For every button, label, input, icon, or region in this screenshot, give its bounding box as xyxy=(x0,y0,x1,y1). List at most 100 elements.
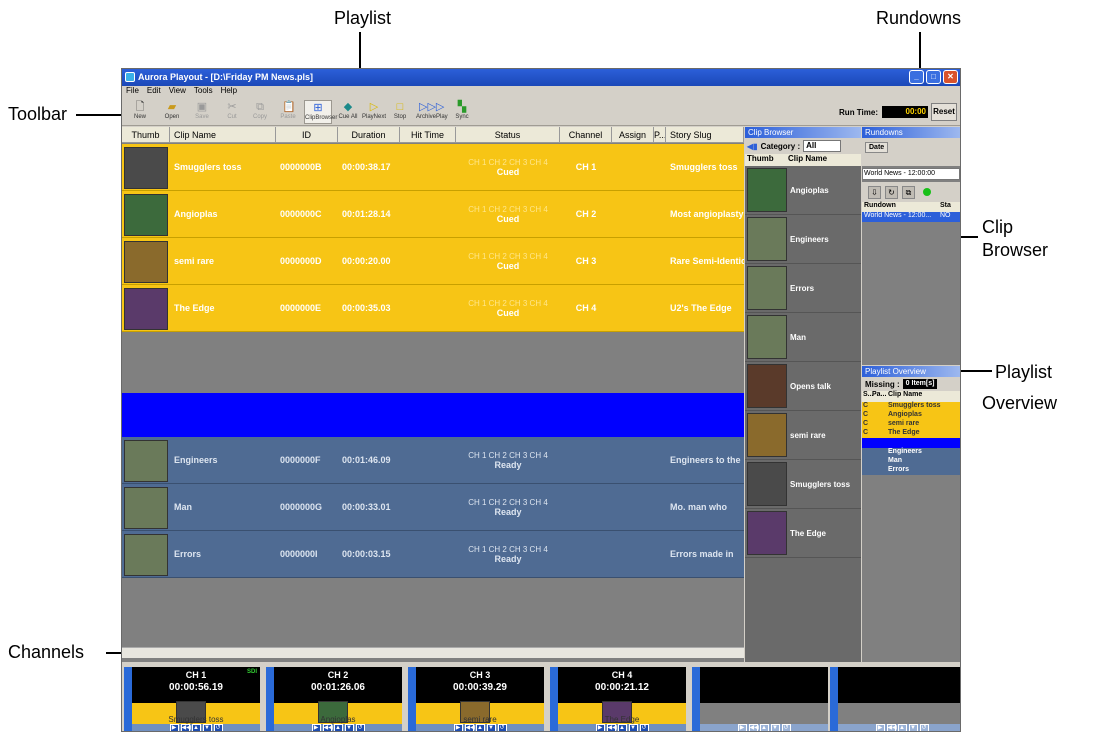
open-button[interactable]: ▰ Open xyxy=(160,100,184,124)
archive-play-button[interactable]: ▷▷▷ ArchivePlay xyxy=(416,100,448,124)
play-icon[interactable]: ▶ xyxy=(595,724,605,731)
copy-button[interactable]: ⧉ Copy xyxy=(248,100,272,124)
col-status[interactable]: Status xyxy=(456,127,560,142)
loop-icon[interactable]: ↺ xyxy=(639,724,649,731)
col-duration[interactable]: Duration xyxy=(338,127,400,142)
cb-col-clip-name[interactable]: Clip Name xyxy=(788,154,827,166)
paste-button[interactable]: 📋 Paste xyxy=(276,100,300,124)
play-icon[interactable]: ▶ xyxy=(453,724,463,731)
maximize-icon[interactable]: □ xyxy=(926,70,941,84)
rewind-icon[interactable]: ◀◀ xyxy=(464,724,475,731)
overview-row[interactable]: C The Edge xyxy=(862,429,960,438)
loop-icon[interactable]: ↺ xyxy=(355,724,365,731)
col-thumb[interactable]: Thumb xyxy=(122,127,170,142)
clip-browser-item[interactable]: Errors xyxy=(745,264,861,313)
up-icon[interactable]: ▲ xyxy=(475,724,485,731)
play-icon[interactable]: ▶ xyxy=(875,724,885,731)
play-icon[interactable]: ▶ xyxy=(311,724,321,731)
overview-row[interactable]: Csemi rare xyxy=(862,420,960,429)
clip-browser-item[interactable]: Angioplas xyxy=(745,166,861,215)
rewind-icon[interactable]: ◀◀ xyxy=(886,724,897,731)
col-id[interactable]: ID xyxy=(276,127,338,142)
clip-browser-button[interactable]: ⊞ ClipBrowser xyxy=(304,100,337,124)
menu-file[interactable]: File xyxy=(126,86,139,98)
menu-help[interactable]: Help xyxy=(221,86,237,98)
menu-view[interactable]: View xyxy=(169,86,186,98)
overview-row[interactable]: C Angioplas xyxy=(862,411,960,420)
playlist-row[interactable]: Man 0000000G 00:00:33.01 CH 1 CH 2 CH 3 CH … xyxy=(122,484,744,531)
play-icon[interactable]: ▶ xyxy=(169,724,179,731)
date-button[interactable]: Date xyxy=(865,142,889,153)
play-icon[interactable]: ▶ xyxy=(737,724,747,731)
load-icon[interactable]: ⇩ xyxy=(868,185,881,199)
channel-side-tab[interactable] xyxy=(830,667,838,731)
up-icon[interactable]: ▲ xyxy=(897,724,907,731)
close-icon[interactable]: ✕ xyxy=(943,70,958,84)
channel-side-tab[interactable] xyxy=(692,667,700,731)
loop-icon[interactable]: ↺ xyxy=(213,724,223,731)
down-icon[interactable]: ▼ xyxy=(908,724,918,731)
rewind-icon[interactable]: ◀◀ xyxy=(748,724,759,731)
clip-browser-item[interactable]: Man xyxy=(745,313,861,362)
loop-icon[interactable]: ↺ xyxy=(919,724,929,731)
playlist-row[interactable]: Smugglers toss 0000000B 00:00:38.17 CH 1 CH… xyxy=(122,144,744,191)
col-channel[interactable]: Channel xyxy=(560,127,612,142)
playlist-row[interactable]: Engineers 0000000F 00:01:46.09 CH 1 CH 2 CH… xyxy=(122,437,744,484)
col-p[interactable]: P... xyxy=(654,127,666,142)
rewind-icon[interactable]: ◀◀ xyxy=(180,724,191,731)
rundown-row[interactable]: World News - 12:00... NO xyxy=(862,212,960,222)
minimize-icon[interactable]: _ xyxy=(909,70,924,84)
rundown-select[interactable]: World News - 12:00:00 xyxy=(862,168,960,180)
reset-button[interactable]: Reset xyxy=(931,103,957,121)
channel-side-tab[interactable] xyxy=(550,667,558,731)
cue-all-button[interactable]: ◆ Cue All xyxy=(336,100,360,124)
clip-browser-item[interactable]: Smugglers toss xyxy=(745,460,861,509)
channel-side-tab[interactable] xyxy=(266,667,274,731)
up-icon[interactable]: ▲ xyxy=(333,724,343,731)
refresh-icon[interactable]: ↻ xyxy=(885,185,898,199)
down-icon[interactable]: ▼ xyxy=(486,724,496,731)
overview-row[interactable]: Man xyxy=(862,457,960,466)
channel-side-tab[interactable] xyxy=(124,667,132,731)
down-icon[interactable]: ▼ xyxy=(202,724,212,731)
overview-row[interactable]: Errors xyxy=(862,466,960,475)
clip-browser-item[interactable]: The Edge xyxy=(745,509,861,558)
playlist-row[interactable]: Errors 0000000I 00:00:03.15 CH 1 CH 2 CH 3 … xyxy=(122,531,744,578)
up-icon[interactable]: ▲ xyxy=(191,724,201,731)
down-icon[interactable]: ▼ xyxy=(628,724,638,731)
window-title-bar[interactable]: Aurora Playout - [D:\Friday PM News.pls]… xyxy=(122,69,960,86)
browser-back-icon[interactable]: ◀▮ xyxy=(747,142,758,151)
playlist-horizontal-scrollbar[interactable] xyxy=(122,647,744,658)
menu-edit[interactable]: Edit xyxy=(147,86,161,98)
playlist-row[interactable]: Angioplas 0000000C 00:01:28.14 CH 1 CH 2 CH… xyxy=(122,191,744,238)
col-story-slug[interactable]: Story Slug xyxy=(666,127,744,142)
copy-rundown-icon[interactable]: ⧉ xyxy=(902,185,915,199)
rewind-icon[interactable]: ◀◀ xyxy=(606,724,617,731)
sync-button[interactable]: ▚ Sync xyxy=(450,100,474,124)
playlist-row[interactable]: The Edge 0000000E 00:00:35.03 CH 1 CH 2 CH … xyxy=(122,285,744,332)
cut-button[interactable]: ✂ Cut xyxy=(220,100,244,124)
loop-icon[interactable]: ↺ xyxy=(781,724,791,731)
clip-browser-item[interactable]: semi rare xyxy=(745,411,861,460)
clip-browser-item[interactable]: Opens talk xyxy=(745,362,861,411)
play-next-button[interactable]: ▷ PlayNext xyxy=(362,100,386,124)
loop-icon[interactable]: ↺ xyxy=(497,724,507,731)
rewind-icon[interactable]: ◀◀ xyxy=(322,724,333,731)
overview-row[interactable]: C Smugglers toss xyxy=(862,402,960,411)
channel-side-tab[interactable] xyxy=(408,667,416,731)
stop-button[interactable]: □ Stop xyxy=(388,100,412,124)
overview-row[interactable]: Engineers xyxy=(862,448,960,457)
col-clip-name[interactable]: Clip Name xyxy=(170,127,276,142)
col-hit-time[interactable]: Hit Time xyxy=(400,127,456,142)
menu-tools[interactable]: Tools xyxy=(194,86,213,98)
down-icon[interactable]: ▼ xyxy=(344,724,354,731)
down-icon[interactable]: ▼ xyxy=(770,724,780,731)
col-assign[interactable]: Assign xyxy=(612,127,654,142)
save-button[interactable]: ▣ Save xyxy=(190,100,214,124)
category-select[interactable]: All xyxy=(803,140,842,152)
cb-col-thumb[interactable]: Thumb xyxy=(745,154,788,166)
up-icon[interactable]: ▲ xyxy=(617,724,627,731)
playlist-row[interactable]: semi rare 0000000D 00:00:20.00 CH 1 CH 2 CH… xyxy=(122,238,744,285)
new-button[interactable]: 🗋 New xyxy=(128,100,152,124)
up-icon[interactable]: ▲ xyxy=(759,724,769,731)
